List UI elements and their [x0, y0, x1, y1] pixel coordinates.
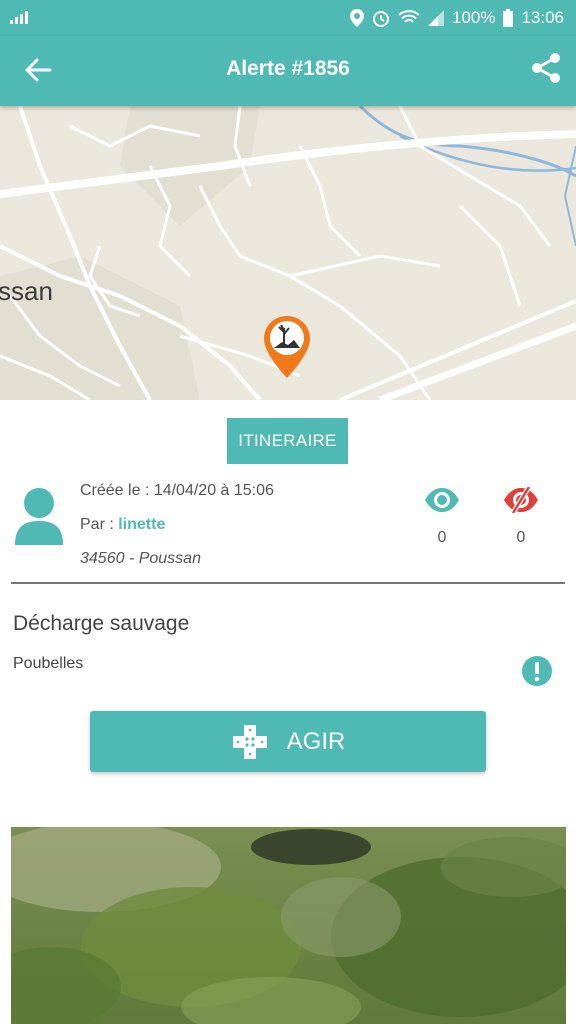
eye-icon: [425, 488, 459, 512]
hidden-views-count: 0: [516, 529, 526, 546]
location-text: 34560 - Poussan: [80, 550, 201, 567]
author-line: Par : linette: [80, 515, 274, 549]
map-place-label: ssan: [0, 276, 53, 306]
divider: [11, 582, 565, 584]
clock: 13:06: [521, 8, 564, 27]
signal-icon: [10, 11, 28, 24]
battery-icon: [503, 9, 514, 27]
act-button[interactable]: AGIR: [90, 711, 486, 772]
alarm-icon: [372, 11, 389, 27]
alert-meta: Créée le : 14/04/20 à 15:06 Par : linett…: [80, 481, 274, 583]
page-title: Alerte #1856: [226, 57, 350, 80]
map-view[interactable]: ssan: [0, 106, 576, 400]
bandage-icon: [232, 724, 267, 759]
map-pin-icon[interactable]: [262, 314, 312, 380]
cell-signal-icon: [427, 10, 444, 26]
itinerary-button[interactable]: ITINERAIRE: [227, 418, 348, 464]
hidden-views-stat[interactable]: 0: [496, 487, 546, 547]
warning-icon[interactable]: [521, 655, 553, 687]
author-link[interactable]: linette: [118, 516, 165, 533]
created-date: Créée le : 14/04/20 à 15:06: [80, 482, 274, 499]
alert-photo[interactable]: [11, 827, 566, 1024]
author-prefix: Par :: [80, 516, 119, 533]
app-bar: Alerte #1856: [0, 36, 576, 106]
avatar-icon: [15, 488, 63, 545]
wifi-icon: [398, 10, 420, 23]
alert-subcategory: Poubelles: [13, 655, 84, 672]
battery-percent: 100%: [451, 8, 496, 27]
act-button-label: AGIR: [286, 727, 346, 755]
views-stat[interactable]: 0: [417, 487, 467, 547]
location-icon: [349, 9, 364, 27]
eye-off-icon: [504, 487, 538, 513]
status-bar: 100% 13:06: [0, 0, 576, 36]
views-count: 0: [437, 529, 447, 546]
share-icon[interactable]: [530, 52, 562, 84]
alert-category: Décharge sauvage: [13, 612, 190, 635]
